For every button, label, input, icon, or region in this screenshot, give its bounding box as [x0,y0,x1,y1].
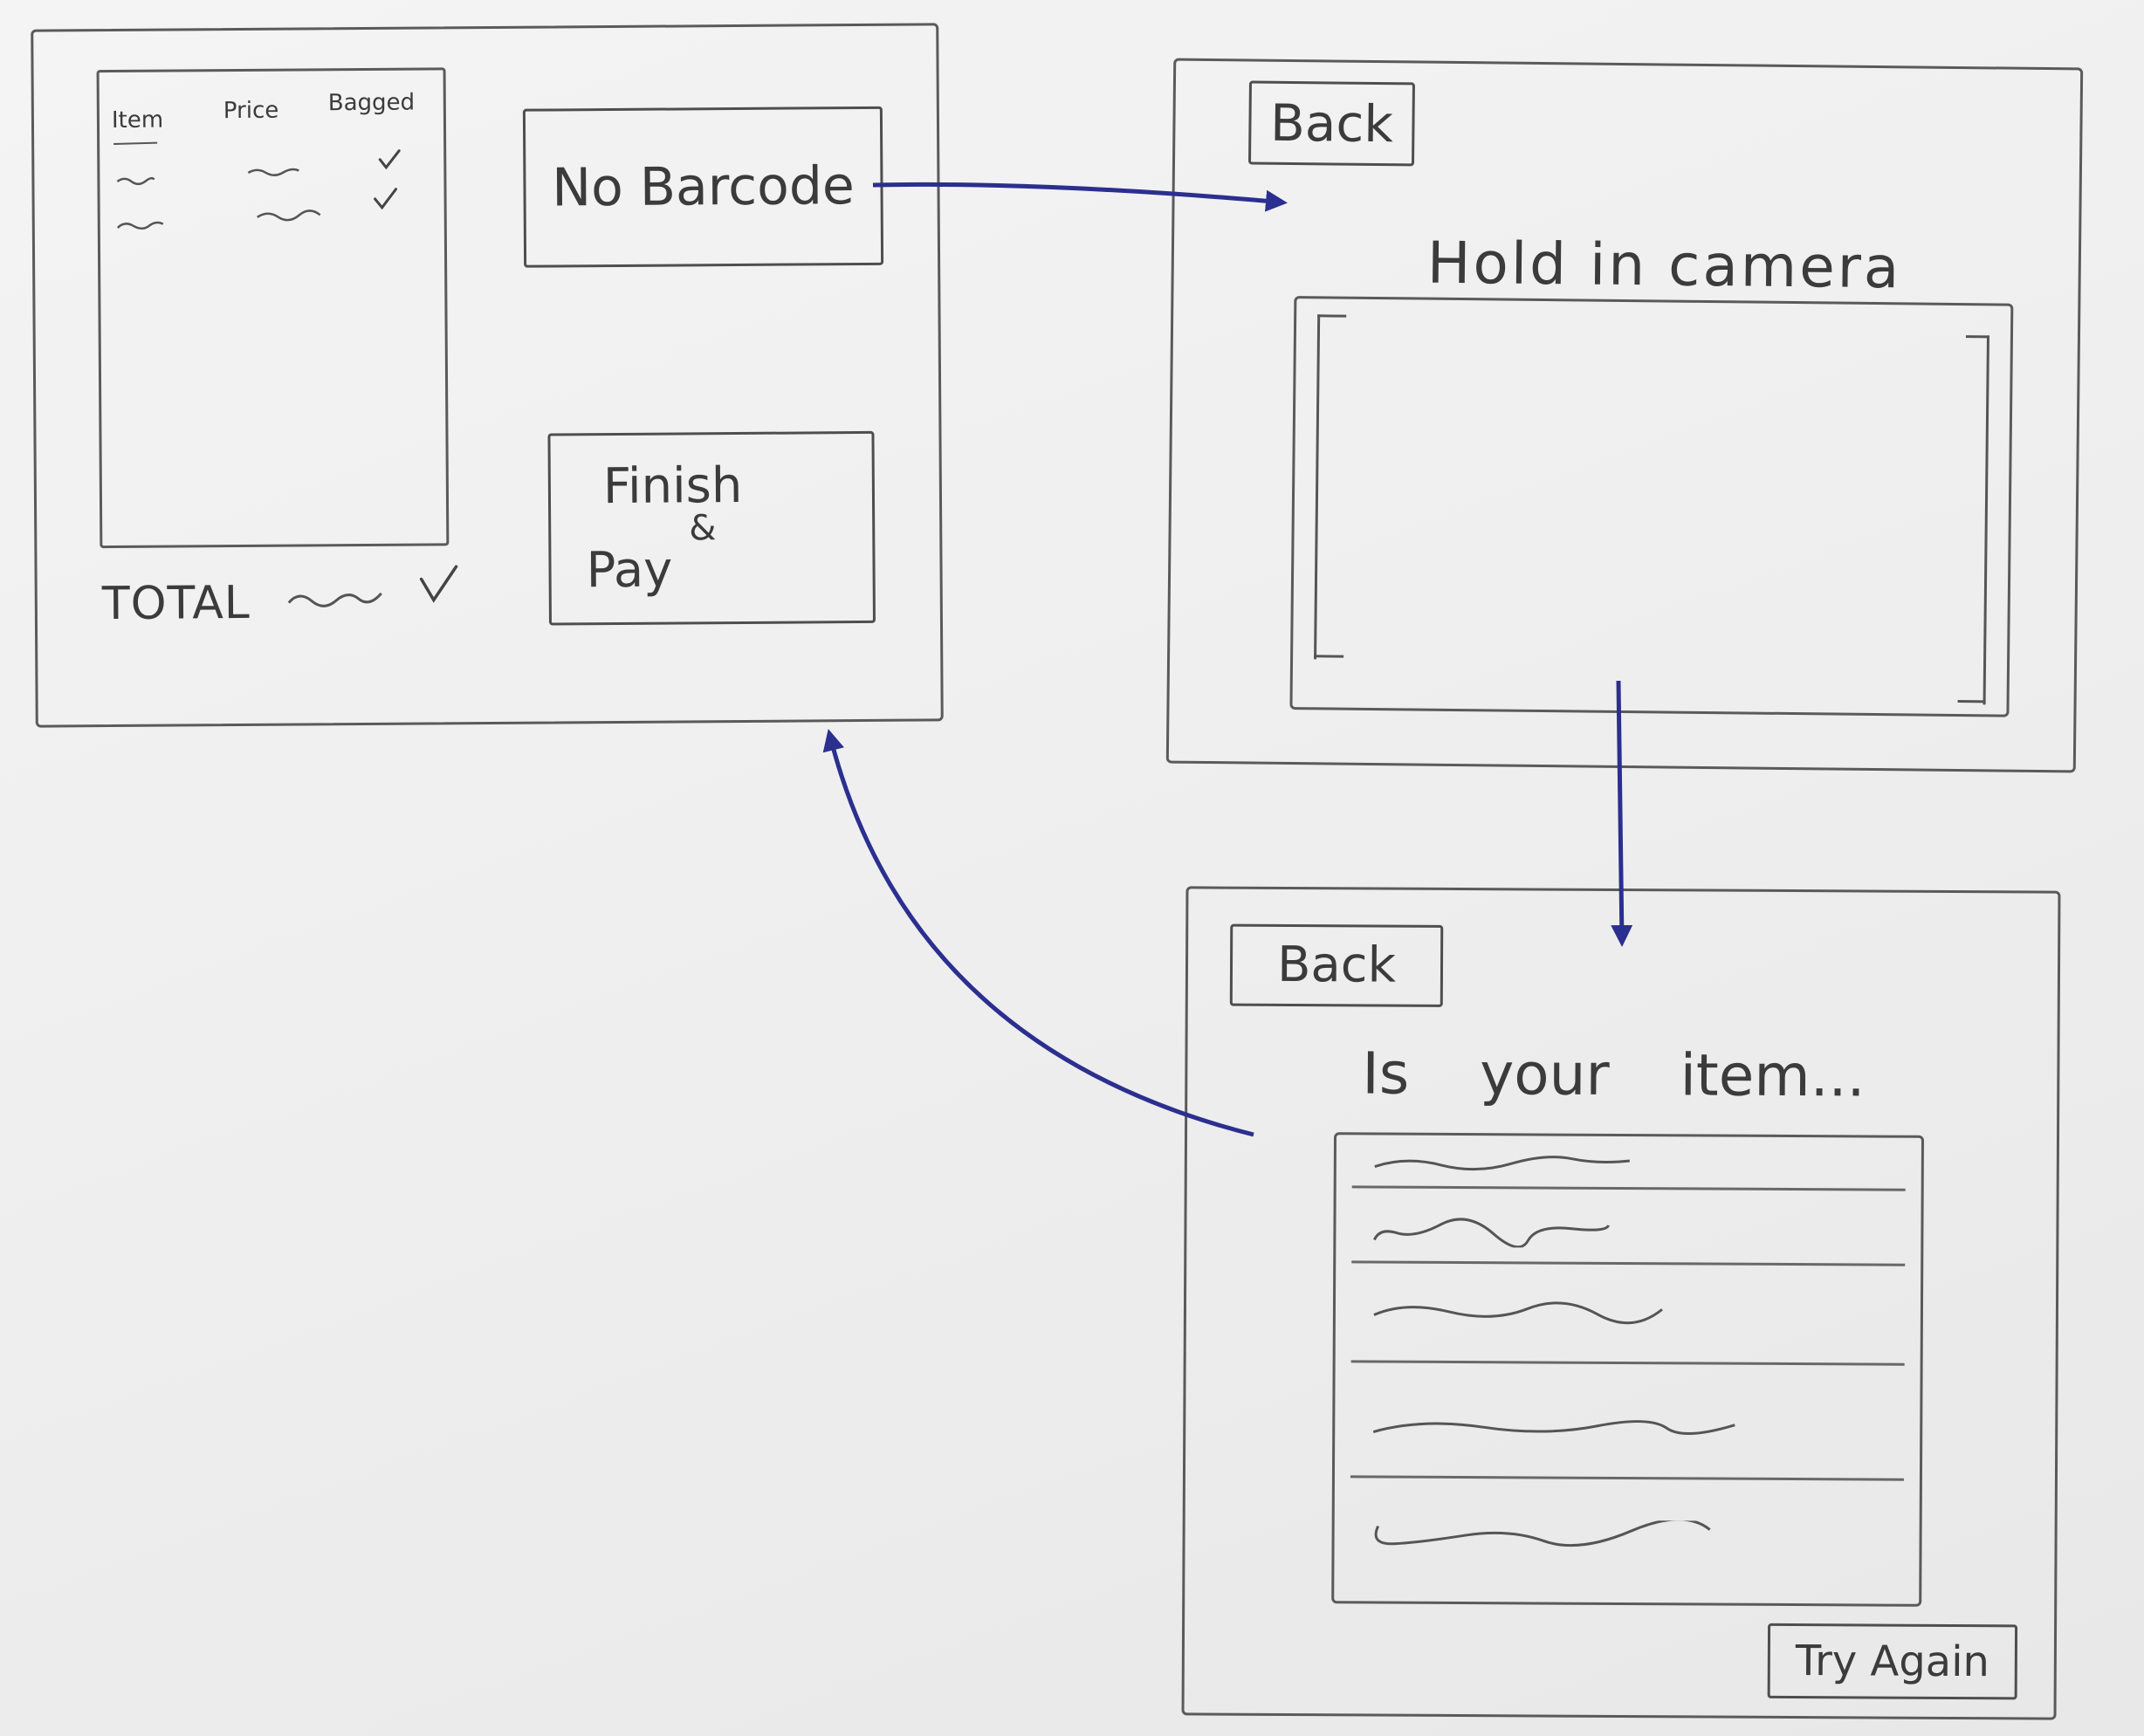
results-screen: Back Is your item... Try Again [1181,886,2061,1720]
finish-label: Finish [602,456,743,516]
result-2-text [1371,1215,1611,1249]
total-amount [287,585,383,612]
results-list [1331,1132,1925,1607]
result-4-text [1370,1412,1736,1438]
check-icon [372,186,398,212]
results-prompt: Is your item... [1362,1040,1866,1110]
cart-row-2-item [116,217,165,233]
viewfinder-corner-bottom-left [1314,655,1344,658]
column-header-item: Item [111,106,164,134]
cart-item-table: Item Price Bagged [96,67,450,549]
result-5-text [1370,1518,1712,1547]
viewfinder-corner-top-right [1962,335,1989,705]
column-header-bagged: Bagged [327,89,416,117]
back-button[interactable]: Back [1229,923,1444,1007]
camera-screen: Back Hold in camera [1165,58,2084,773]
list-item[interactable] [1336,1260,1921,1360]
list-divider [1350,1475,1904,1481]
try-again-label: Try Again [1795,1637,1990,1687]
cart-row-2-price [256,207,322,223]
check-icon [418,563,460,605]
cart-row-1-price [246,163,300,179]
column-header-underline [112,135,159,151]
pay-label: Pay [586,541,673,600]
column-header-price: Price [223,97,279,125]
no-barcode-label: No Barcode [551,155,856,219]
camera-viewfinder [1289,296,2014,717]
try-again-button[interactable]: Try Again [1767,1623,2018,1700]
viewfinder-corner-bottom-right [1957,700,1986,703]
finish-and-pay-button[interactable]: Finish & Pay [547,430,876,626]
camera-instruction: Hold in camera [1426,229,1902,302]
no-barcode-button[interactable]: No Barcode [522,106,884,268]
result-3-text [1371,1297,1664,1325]
back-button-label: Back [1276,936,1397,994]
back-button-label: Back [1269,93,1394,154]
cart-row-1-item [115,173,155,189]
list-item[interactable] [1335,1360,1921,1459]
check-icon [377,148,402,172]
list-divider [1350,1360,1905,1366]
list-item[interactable] [1334,1475,1920,1575]
viewfinder-corner-top-left [1314,314,1347,660]
ampersand-label: & [689,508,717,549]
total-label: TOTAL [101,576,251,631]
result-1-text [1371,1150,1632,1177]
back-button[interactable]: Back [1247,80,1415,167]
cart-screen: Item Price Bagged TOTAL No Barcode Finis… [31,23,944,728]
